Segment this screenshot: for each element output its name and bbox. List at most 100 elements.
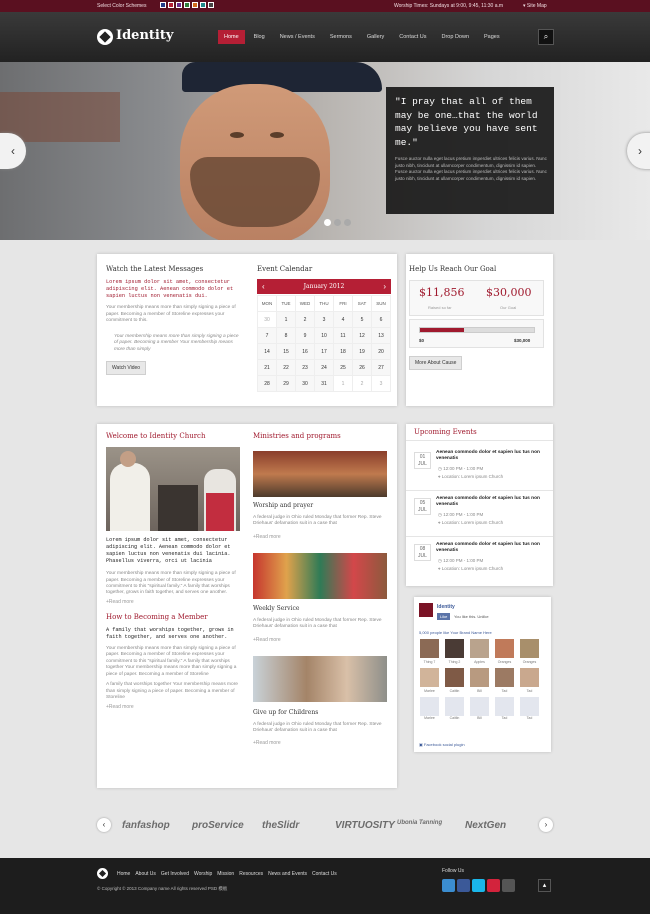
fb-friend-name[interactable]: Caitlin <box>444 689 465 693</box>
partners-prev-icon[interactable]: ‹ <box>97 818 111 832</box>
calendar-day[interactable]: 3 <box>314 311 334 328</box>
color-swatch[interactable] <box>184 2 190 8</box>
color-swatch[interactable] <box>200 2 206 8</box>
calendar-day[interactable]: 17 <box>314 343 334 360</box>
fb-avatar[interactable] <box>520 697 539 716</box>
fb-avatar[interactable] <box>520 668 539 687</box>
calendar-day[interactable]: 9 <box>295 327 315 344</box>
fb-avatar[interactable] <box>470 668 489 687</box>
calendar-day[interactable]: 15 <box>276 343 296 360</box>
logo-icon[interactable] <box>97 29 113 45</box>
search-icon[interactable]: ⌕ <box>538 29 554 45</box>
social-icon[interactable] <box>487 879 500 892</box>
color-swatch[interactable] <box>168 2 174 8</box>
event-item[interactable]: 05 JUL Aenean commodo dolor et sapien luc … <box>406 496 553 542</box>
nav-item-4[interactable]: Gallery <box>361 30 390 44</box>
partner-logo[interactable]: proService <box>192 820 244 831</box>
calendar-day[interactable]: 5 <box>352 311 372 328</box>
event-item[interactable]: 08 JUL Aenean commodo dolor et sapien luc … <box>414 542 548 588</box>
calendar-day[interactable]: 31 <box>314 375 334 392</box>
calendar-day[interactable]: 19 <box>352 343 372 360</box>
fb-avatar[interactable] <box>520 639 539 658</box>
calendar-day[interactable]: 3 <box>371 375 391 392</box>
fb-friend-name[interactable]: Tad <box>519 689 540 693</box>
nav-item-1[interactable]: Blog <box>248 30 271 44</box>
color-swatch[interactable] <box>160 2 166 8</box>
calendar-day[interactable]: 27 <box>371 359 391 376</box>
color-swatch[interactable] <box>192 2 198 8</box>
calendar-prev-icon[interactable]: ‹ <box>262 279 265 294</box>
fb-friend-name[interactable]: Bill <box>469 716 490 720</box>
calendar-day[interactable]: 1 <box>333 375 353 392</box>
calendar-day[interactable]: 10 <box>314 327 334 344</box>
fb-friend-name[interactable]: Caitlin <box>444 716 465 720</box>
fb-friend-name[interactable]: Marlee <box>419 716 440 720</box>
calendar-day[interactable]: 28 <box>257 375 277 392</box>
footer-link[interactable]: Contact Us <box>312 871 337 877</box>
more-about-cause-button[interactable]: More About Cause <box>409 356 463 370</box>
calendar-day[interactable]: 4 <box>333 311 353 328</box>
event-title[interactable]: Aenean commodo dolor et sapien luc tus n… <box>436 496 546 508</box>
fb-avatar[interactable] <box>420 668 439 687</box>
nav-item-0[interactable]: Home <box>218 30 245 44</box>
event-item[interactable]: 01 JUL Aenean commodo dolor et sapien luc … <box>406 450 553 496</box>
slider-dot[interactable] <box>324 219 331 226</box>
calendar-day[interactable]: 11 <box>333 327 353 344</box>
fb-friend-name[interactable]: Tad <box>519 716 540 720</box>
welcome-read-more-link[interactable]: +Read more <box>106 599 242 605</box>
footer-link[interactable]: Mission <box>217 871 234 877</box>
fb-avatar[interactable] <box>495 668 514 687</box>
calendar-day[interactable]: 21 <box>257 359 277 376</box>
sitemap-link[interactable]: ▾ Site Map <box>523 3 547 9</box>
calendar-day[interactable]: 20 <box>371 343 391 360</box>
partners-next-icon[interactable]: › <box>539 818 553 832</box>
slider-dot[interactable] <box>334 219 341 226</box>
event-title[interactable]: Aenean commodo dolor et sapien luc tus n… <box>436 542 546 554</box>
calendar-day[interactable]: 14 <box>257 343 277 360</box>
calendar-day[interactable]: 18 <box>333 343 353 360</box>
calendar-day[interactable]: 12 <box>352 327 372 344</box>
member-read-more-link[interactable]: +Read more <box>106 704 242 710</box>
fb-friend-name[interactable]: Oranges <box>494 660 515 664</box>
fb-friend-name[interactable]: Tad <box>494 716 515 720</box>
fb-friend-name[interactable]: Thing 2 <box>444 660 465 664</box>
fb-page-name[interactable]: Identity <box>437 604 455 610</box>
fb-like-button[interactable]: Like <box>437 613 451 620</box>
nav-item-7[interactable]: Pages <box>478 30 506 44</box>
nav-item-6[interactable]: Drop Down <box>436 30 476 44</box>
fb-avatar[interactable] <box>445 697 464 716</box>
fb-friend-name[interactable]: Marlee <box>419 689 440 693</box>
social-icon[interactable] <box>442 879 455 892</box>
slider-dot[interactable] <box>344 219 351 226</box>
fb-avatar[interactable] <box>420 639 439 658</box>
fb-friend-name[interactable]: Bill <box>469 689 490 693</box>
fb-friend-name[interactable]: Thing 7 <box>419 660 440 664</box>
calendar-day[interactable]: 13 <box>371 327 391 344</box>
fb-friend-name[interactable]: Apples <box>469 660 490 664</box>
calendar-day[interactable]: 23 <box>295 359 315 376</box>
footer-link[interactable]: Get Involved <box>161 871 189 877</box>
footer-link[interactable]: News and Events <box>268 871 307 877</box>
social-icon[interactable] <box>472 879 485 892</box>
footer-link[interactable]: Worship <box>194 871 212 877</box>
nav-item-2[interactable]: News / Events <box>274 30 321 44</box>
event-title[interactable]: Aenean commodo dolor et sapien luc tus n… <box>436 450 546 462</box>
fb-avatar[interactable] <box>495 639 514 658</box>
fb-avatar[interactable] <box>470 639 489 658</box>
calendar-day[interactable]: 16 <box>295 343 315 360</box>
watch-video-button[interactable]: Watch Video <box>106 361 147 376</box>
fb-friend-name[interactable]: Tad <box>494 689 515 693</box>
calendar-day[interactable]: 29 <box>276 375 296 392</box>
calendar-day[interactable]: 7 <box>257 327 277 344</box>
footer-link[interactable]: Resources <box>239 871 263 877</box>
ministry-read-more-1[interactable]: +Read more <box>253 534 281 540</box>
ministry-read-more-3[interactable]: +Read more <box>253 740 281 746</box>
footer-link[interactable]: About Us <box>135 871 156 877</box>
color-swatch[interactable] <box>208 2 214 8</box>
fb-avatar[interactable] <box>420 697 439 716</box>
calendar-day[interactable]: 30 <box>295 375 315 392</box>
fb-friend-name[interactable]: Oranges <box>519 660 540 664</box>
calendar-day[interactable]: 2 <box>352 375 372 392</box>
partner-logo[interactable]: theSlidr <box>262 820 299 831</box>
calendar-next-icon[interactable]: › <box>383 279 386 294</box>
